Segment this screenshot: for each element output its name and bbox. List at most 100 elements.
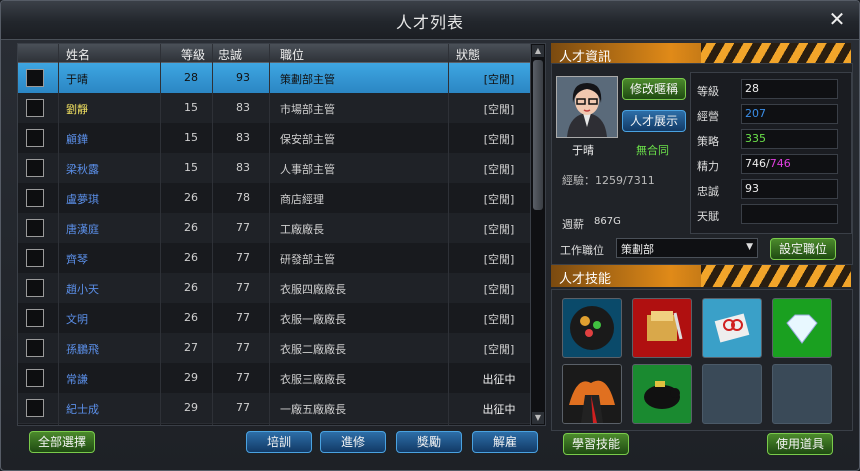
table-body: 于晴 28 93 策劃部主管 [空閒] 劉靜 15 83 市場部主管 [空閒] 顧鏵 15 83 保安部主… bbox=[18, 63, 530, 425]
scroll-thumb[interactable] bbox=[533, 60, 543, 210]
header-loyalty[interactable]: 忠誠 bbox=[218, 46, 242, 63]
header-job[interactable]: 職位 bbox=[280, 46, 304, 63]
scroll-up-icon[interactable]: ▲ bbox=[532, 45, 544, 57]
stat-label: 策略 bbox=[697, 135, 719, 148]
rename-button[interactable]: 修改暱稱 bbox=[622, 78, 686, 100]
table-row[interactable]: 紀士成 29 77 一廠五廠廠長 出征中 bbox=[18, 393, 530, 424]
table-row[interactable]: 于晴 28 93 策劃部主管 [空閒] bbox=[18, 63, 530, 94]
table-row[interactable]: 趙小天 26 77 衣服四廠廠長 [空閒] bbox=[18, 273, 530, 304]
loyalty-cell: 77 bbox=[236, 221, 250, 234]
talent-portrait bbox=[556, 76, 618, 138]
brain-gears-icon[interactable] bbox=[562, 298, 622, 358]
row-checkbox[interactable] bbox=[26, 399, 44, 417]
table-row[interactable]: 唐漢庭 26 77 工廠廠長 [空閒] bbox=[18, 213, 530, 244]
talent-name-cell: 文明 bbox=[66, 313, 88, 326]
learn-skill-button[interactable]: 學習技能 bbox=[563, 433, 629, 455]
loyalty-cell: 93 bbox=[236, 71, 250, 84]
status-cell: [空閒] bbox=[483, 283, 515, 296]
level-cell: 29 bbox=[184, 371, 198, 384]
header-stripes bbox=[701, 43, 851, 65]
row-checkbox[interactable] bbox=[26, 99, 44, 117]
row-checkbox[interactable] bbox=[26, 369, 44, 387]
job-select[interactable]: 策劃部 ▼ bbox=[616, 238, 758, 258]
header-level[interactable]: 等級 bbox=[181, 46, 205, 63]
salary-value: 867G bbox=[594, 216, 621, 227]
set-job-button[interactable]: 設定職位 bbox=[770, 238, 836, 260]
column-divider bbox=[160, 44, 161, 425]
job-label: 工作職位 bbox=[560, 244, 604, 257]
talent-name: 于晴 bbox=[572, 144, 594, 157]
status-cell: [空閒] bbox=[483, 343, 515, 356]
row-checkbox[interactable] bbox=[26, 279, 44, 297]
table-row[interactable]: 文明 26 77 衣服一廠廠長 [空閒] bbox=[18, 303, 530, 334]
scroll-down-icon[interactable]: ▼ bbox=[532, 412, 544, 424]
empty-skill-slot[interactable] bbox=[702, 364, 762, 424]
talent-name-cell: 紀士成 bbox=[66, 403, 99, 416]
talent-name-cell: 常謙 bbox=[66, 373, 88, 386]
row-checkbox[interactable] bbox=[26, 309, 44, 327]
level-cell: 15 bbox=[184, 131, 198, 144]
folder-pen-icon[interactable] bbox=[632, 298, 692, 358]
piggy-bank-icon[interactable] bbox=[632, 364, 692, 424]
diamond-icon[interactable] bbox=[772, 298, 832, 358]
businessman-fire-icon[interactable] bbox=[562, 364, 622, 424]
job-cell: 衣服三廠廠長 bbox=[280, 373, 346, 386]
close-icon[interactable]: ✕ bbox=[827, 9, 847, 29]
table-header: 姓名 等級 忠誠 職位 狀態 bbox=[18, 44, 530, 63]
stat-value-max: 746 bbox=[769, 157, 791, 170]
loyalty-cell: 77 bbox=[236, 371, 250, 384]
table-row[interactable]: 常謙 29 77 衣服三廠廠長 出征中 bbox=[18, 363, 530, 394]
loyalty-cell: 77 bbox=[236, 341, 250, 354]
level-cell: 27 bbox=[184, 341, 198, 354]
use-item-button[interactable]: 使用道具 bbox=[767, 433, 833, 455]
job-cell: 保安部主管 bbox=[280, 133, 335, 146]
job-cell: 衣服一廠廠長 bbox=[280, 313, 346, 326]
stat-label: 天賦 bbox=[697, 210, 719, 223]
talent-name-cell: 劉靜 bbox=[66, 103, 88, 116]
stat-value-box: 28 bbox=[741, 79, 838, 99]
empty-skill-slot[interactable] bbox=[772, 364, 832, 424]
header-status[interactable]: 狀態 bbox=[456, 46, 480, 63]
row-checkbox[interactable] bbox=[26, 189, 44, 207]
chevron-down-icon: ▼ bbox=[746, 242, 753, 252]
dismiss-button[interactable]: 解雇 bbox=[472, 431, 538, 453]
reward-button[interactable]: 獎勵 bbox=[396, 431, 462, 453]
table-row[interactable]: 齊琴 26 77 研發部主管 [空閒] bbox=[18, 243, 530, 274]
talent-name-cell: 于晴 bbox=[66, 73, 88, 86]
job-cell: 衣服四廠廠長 bbox=[280, 283, 346, 296]
row-checkbox[interactable] bbox=[26, 69, 44, 87]
select-all-button[interactable]: 全部選擇 bbox=[29, 431, 95, 453]
table-row[interactable]: 孫鵬飛 27 77 衣服二廠廠長 [空閒] bbox=[18, 333, 530, 364]
info-header: 人才資訊 bbox=[551, 43, 851, 65]
row-checkbox[interactable] bbox=[26, 159, 44, 177]
stat-value-box bbox=[741, 204, 838, 224]
level-cell: 26 bbox=[184, 251, 198, 264]
loyalty-cell: 77 bbox=[236, 251, 250, 264]
status-cell: [空閒] bbox=[483, 163, 515, 176]
status-cell: [空閒] bbox=[483, 253, 515, 266]
table-row[interactable]: 劉靜 15 83 市場部主管 [空閒] bbox=[18, 93, 530, 124]
table-scrollbar[interactable]: ▲ ▼ bbox=[530, 44, 545, 425]
train-button[interactable]: 培訓 bbox=[246, 431, 312, 453]
table-row[interactable]: 梁秋露 15 83 人事部主管 [空閒] bbox=[18, 153, 530, 184]
talent-name-cell: 盧夢琪 bbox=[66, 193, 99, 206]
header-name[interactable]: 姓名 bbox=[66, 46, 90, 63]
job-cell: 研發部主管 bbox=[280, 253, 335, 266]
talent-list-window: 人才列表 ✕ 姓名 等級 忠誠 職位 狀態 于晴 28 93 策劃部主管 [空閒] 劉靜 1… bbox=[0, 0, 860, 471]
table-row[interactable]: 顧鏵 15 83 保安部主管 [空閒] bbox=[18, 123, 530, 154]
study-button[interactable]: 進修 bbox=[320, 431, 386, 453]
title-bar: 人才列表 ✕ bbox=[1, 1, 859, 40]
scissors-ribbon-icon[interactable] bbox=[702, 298, 762, 358]
contract-status: 無合同 bbox=[636, 144, 669, 157]
table-row[interactable]: 盧夢琪 26 78 商店經理 [空閒] bbox=[18, 183, 530, 214]
show-talent-button[interactable]: 人才展示 bbox=[622, 110, 686, 132]
stat-value-box: 207 bbox=[741, 104, 838, 124]
talent-name-cell: 齊琴 bbox=[66, 253, 88, 266]
row-checkbox[interactable] bbox=[26, 129, 44, 147]
row-checkbox[interactable] bbox=[26, 249, 44, 267]
stat-value: 28 bbox=[745, 82, 759, 95]
row-checkbox[interactable] bbox=[26, 219, 44, 237]
level-cell: 26 bbox=[184, 281, 198, 294]
talent-name-cell: 孫鵬飛 bbox=[66, 343, 99, 356]
row-checkbox[interactable] bbox=[26, 339, 44, 357]
